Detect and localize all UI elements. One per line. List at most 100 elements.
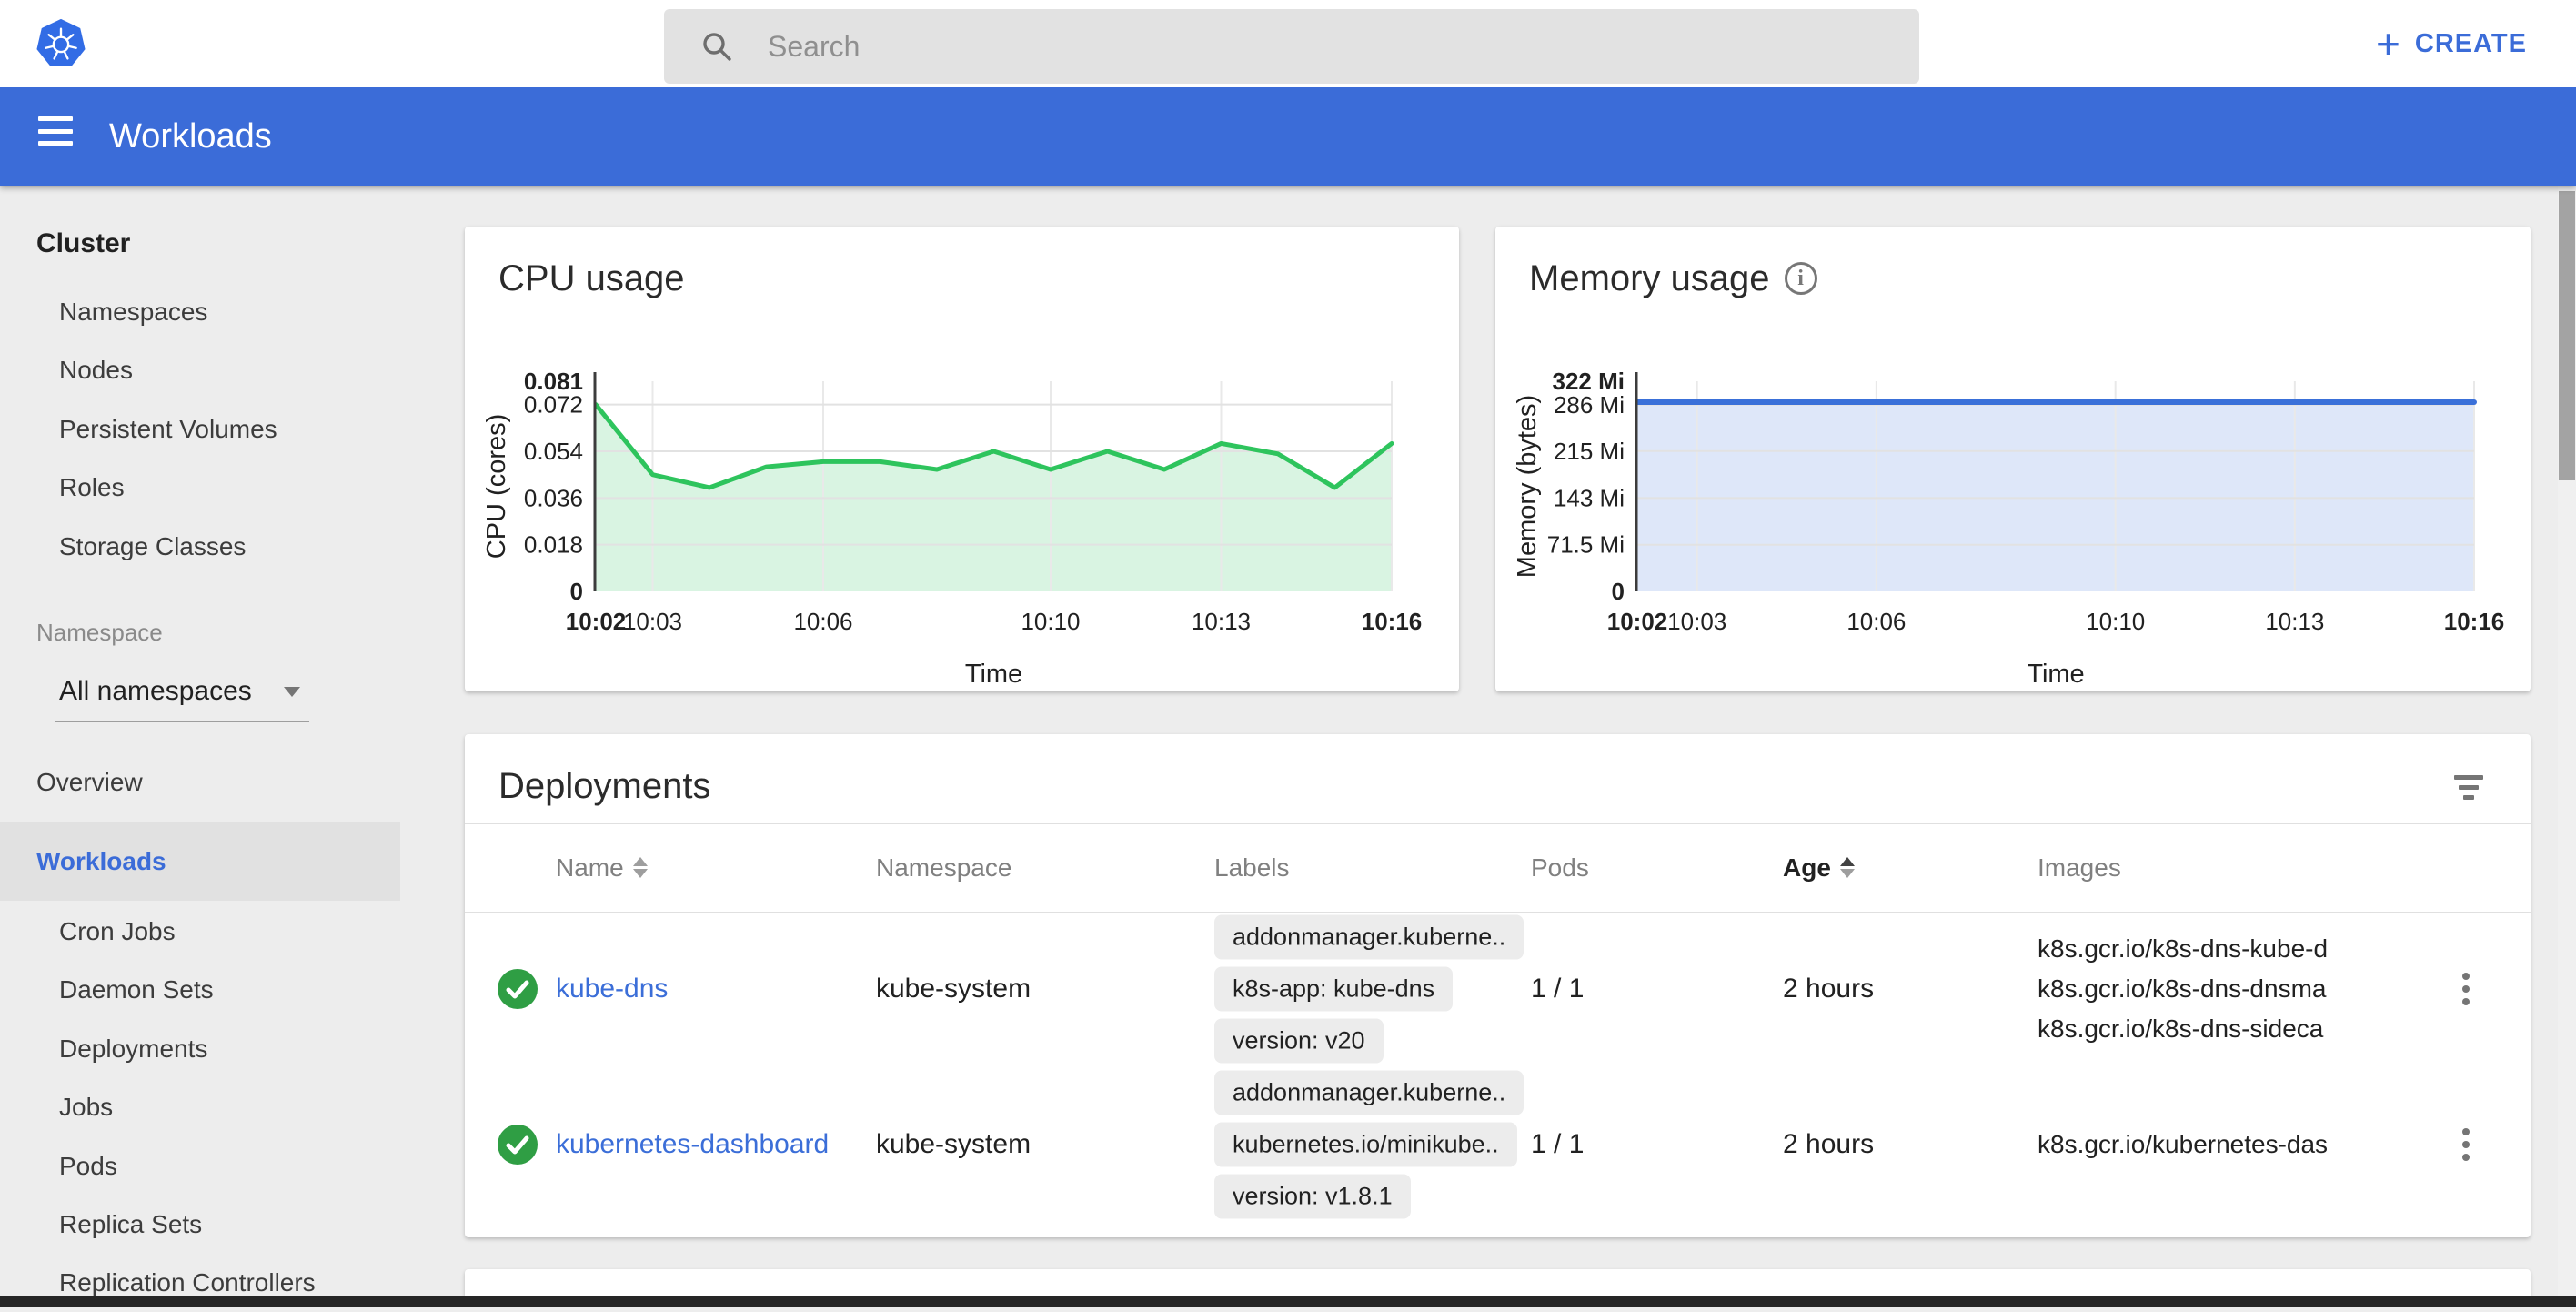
- memory-y-tick-label: 322 Mi: [1553, 368, 1625, 395]
- sidebar: Cluster NamespacesNodesPersistent Volumes…: [0, 186, 400, 1296]
- memory-y-axis-label: Memory (bytes): [1513, 395, 1542, 578]
- next-section-card-edge: [465, 1269, 2531, 1296]
- sidebar-item-cron-jobs[interactable]: Cron Jobs: [0, 903, 400, 961]
- column-header-label: Pods: [1531, 853, 1589, 883]
- sidebar-item-nodes[interactable]: Nodes: [0, 341, 400, 399]
- cpu-y-tick-label: 0.018: [524, 531, 583, 559]
- deployments-card-title: Deployments: [498, 763, 710, 809]
- deployment-images: k8s.gcr.io/k8s-dns-kube-d k8s.gcr.io/k8s-…: [2038, 929, 2328, 1049]
- kubernetes-dashboard-page: { "topbar": { "search_placeholder": "Sea…: [0, 0, 2576, 1307]
- sidebar-item-workloads-label: Workloads: [36, 847, 166, 876]
- column-header-age[interactable]: Age: [1783, 823, 1855, 912]
- label-chip: version: v1.8.1: [1214, 1175, 1411, 1219]
- memory-x-tick-label: 10:16: [2444, 608, 2505, 635]
- image-line: k8s.gcr.io/k8s-dns-kube-d: [2038, 929, 2328, 969]
- cpu-x-tick-label: 10:03: [623, 608, 682, 635]
- deployments-table-header: Name Namespace Labels Pods Age Images: [465, 823, 2531, 912]
- create-button-label: CREATE: [2415, 29, 2527, 59]
- sidebar-item-jobs[interactable]: Jobs: [0, 1078, 400, 1136]
- top-bar: + CREATE: [0, 0, 2576, 87]
- deployment-namespace: kube-system: [876, 974, 1031, 1004]
- plus-icon: +: [2376, 23, 2400, 65]
- cpu-x-tick-label: 10:10: [1021, 608, 1080, 635]
- namespace-select[interactable]: All namespaces: [55, 662, 309, 722]
- search-input[interactable]: [768, 30, 1919, 64]
- column-header-label: Namespace: [876, 853, 1011, 883]
- image-line: k8s.gcr.io/kubernetes-das: [2038, 1125, 2328, 1165]
- cpu-y-tick-label: 0.081: [524, 368, 583, 395]
- sidebar-cluster-header: Cluster: [0, 215, 400, 273]
- menu-hamburger-icon[interactable]: [38, 116, 73, 146]
- cpu-y-tick-label: 0.072: [524, 391, 583, 419]
- memory-area-fill: [1637, 402, 2474, 591]
- memory-usage-chart: 071.5 Mi143 Mi215 Mi286 Mi322 Mi10:0210:…: [1495, 328, 2531, 691]
- sort-arrows-icon: [633, 857, 648, 878]
- deployment-labels: addonmanager.kuberne..k8s-app: kube-dnsv…: [1214, 914, 1524, 1063]
- column-header-name[interactable]: Name: [556, 823, 648, 912]
- deployment-name-link[interactable]: kubernetes-dashboard: [556, 1129, 829, 1160]
- cpu-y-tick-label: 0.054: [524, 438, 583, 465]
- sort-arrows-icon: [1840, 857, 1855, 878]
- sidebar-item-overview[interactable]: Overview: [0, 753, 400, 812]
- cpu-usage-card: CPU usage 0 0.018 0.036 0.054 0.0720.081 10:0…: [465, 227, 1459, 691]
- column-header-images[interactable]: Images: [2038, 823, 2121, 912]
- deployment-pods: 1 / 1: [1531, 974, 1584, 1004]
- sort-up-icon: [1840, 857, 1855, 866]
- kubernetes-logo-icon[interactable]: [35, 16, 87, 71]
- column-header-label: Age: [1783, 853, 1831, 883]
- column-header-labels[interactable]: Labels: [1214, 823, 1290, 912]
- table-row: kube-dns kube-system addonmanager.kuberne.…: [465, 912, 2531, 1065]
- memory-usage-card: Memory usage i 071.5 Mi143 Mi215 Mi286 M…: [1495, 227, 2531, 691]
- cpu-card-title-text: CPU usage: [498, 258, 685, 299]
- memory-x-tick-label: 10:13: [2265, 608, 2324, 635]
- cpu-usage-chart: 00.0180.0360.0540.0720.08110:0210:0310:0…: [465, 328, 1459, 691]
- sidebar-item-roles[interactable]: Roles: [0, 459, 400, 517]
- deployment-age: 2 hours: [1783, 1129, 1874, 1160]
- memory-y-tick-label: 286 Mi: [1554, 391, 1625, 419]
- info-icon[interactable]: i: [1785, 262, 1817, 295]
- memory-y-tick-label: 71.5 Mi: [1547, 531, 1625, 559]
- kebab-menu-icon[interactable]: [2457, 967, 2475, 1011]
- window-bottom-edge: [0, 1296, 2576, 1307]
- deployment-pods: 1 / 1: [1531, 1129, 1584, 1160]
- cpu-y-tick-label: 0: [570, 578, 583, 605]
- column-header-pods[interactable]: Pods: [1531, 823, 1589, 912]
- label-chip: addonmanager.kuberne..: [1214, 914, 1524, 959]
- memory-y-tick-label: 215 Mi: [1554, 438, 1625, 465]
- create-button[interactable]: + CREATE: [2376, 0, 2527, 87]
- memory-x-tick-label: 10:06: [1846, 608, 1906, 635]
- sidebar-item-namespaces[interactable]: Namespaces: [0, 283, 400, 341]
- cpu-x-tick-label: 10:16: [1362, 608, 1423, 635]
- filter-list-icon[interactable]: [2452, 771, 2485, 803]
- chevron-down-icon: [284, 687, 300, 697]
- app-bar: Workloads: [0, 87, 2576, 186]
- label-chip: k8s-app: kube-dns: [1214, 966, 1453, 1011]
- sidebar-item-persistent-volumes[interactable]: Persistent Volumes: [0, 400, 400, 459]
- kebab-menu-icon[interactable]: [2457, 1123, 2475, 1166]
- label-chip: addonmanager.kuberne..: [1214, 1071, 1524, 1115]
- sidebar-item-deployments[interactable]: Deployments: [0, 1020, 400, 1078]
- memory-x-tick-label: 10:02: [1607, 608, 1668, 635]
- deployment-namespace: kube-system: [876, 1129, 1031, 1160]
- vertical-scrollbar-thumb[interactable]: [2559, 191, 2575, 480]
- search-bar[interactable]: [664, 9, 1919, 84]
- sort-up-icon: [633, 857, 648, 866]
- deployment-labels: addonmanager.kuberne..kubernetes.io/mini…: [1214, 1071, 1524, 1219]
- column-header-label: Labels: [1214, 853, 1290, 883]
- memory-x-tick-label: 10:03: [1667, 608, 1726, 635]
- sidebar-item-pods[interactable]: Pods: [0, 1137, 400, 1196]
- sort-down-icon: [633, 869, 648, 878]
- column-header-namespace[interactable]: Namespace: [876, 823, 1011, 912]
- deployment-name-link[interactable]: kube-dns: [556, 974, 668, 1004]
- cpu-card-title: CPU usage: [498, 256, 685, 301]
- sidebar-item-workloads[interactable]: Workloads: [0, 822, 400, 901]
- sidebar-item-replica-sets[interactable]: Replica Sets: [0, 1196, 400, 1254]
- sidebar-item-daemon-sets[interactable]: Daemon Sets: [0, 961, 400, 1019]
- cpu-y-axis-label: CPU (cores): [482, 414, 511, 560]
- sidebar-item-storage-classes[interactable]: Storage Classes: [0, 518, 400, 576]
- image-line: k8s.gcr.io/k8s-dns-sideca: [2038, 1009, 2328, 1049]
- cpu-y-tick-label: 0.036: [524, 484, 583, 511]
- column-header-label: Images: [2038, 853, 2121, 883]
- deployment-images: k8s.gcr.io/kubernetes-das: [2038, 1125, 2328, 1165]
- deployment-age: 2 hours: [1783, 974, 1874, 1004]
